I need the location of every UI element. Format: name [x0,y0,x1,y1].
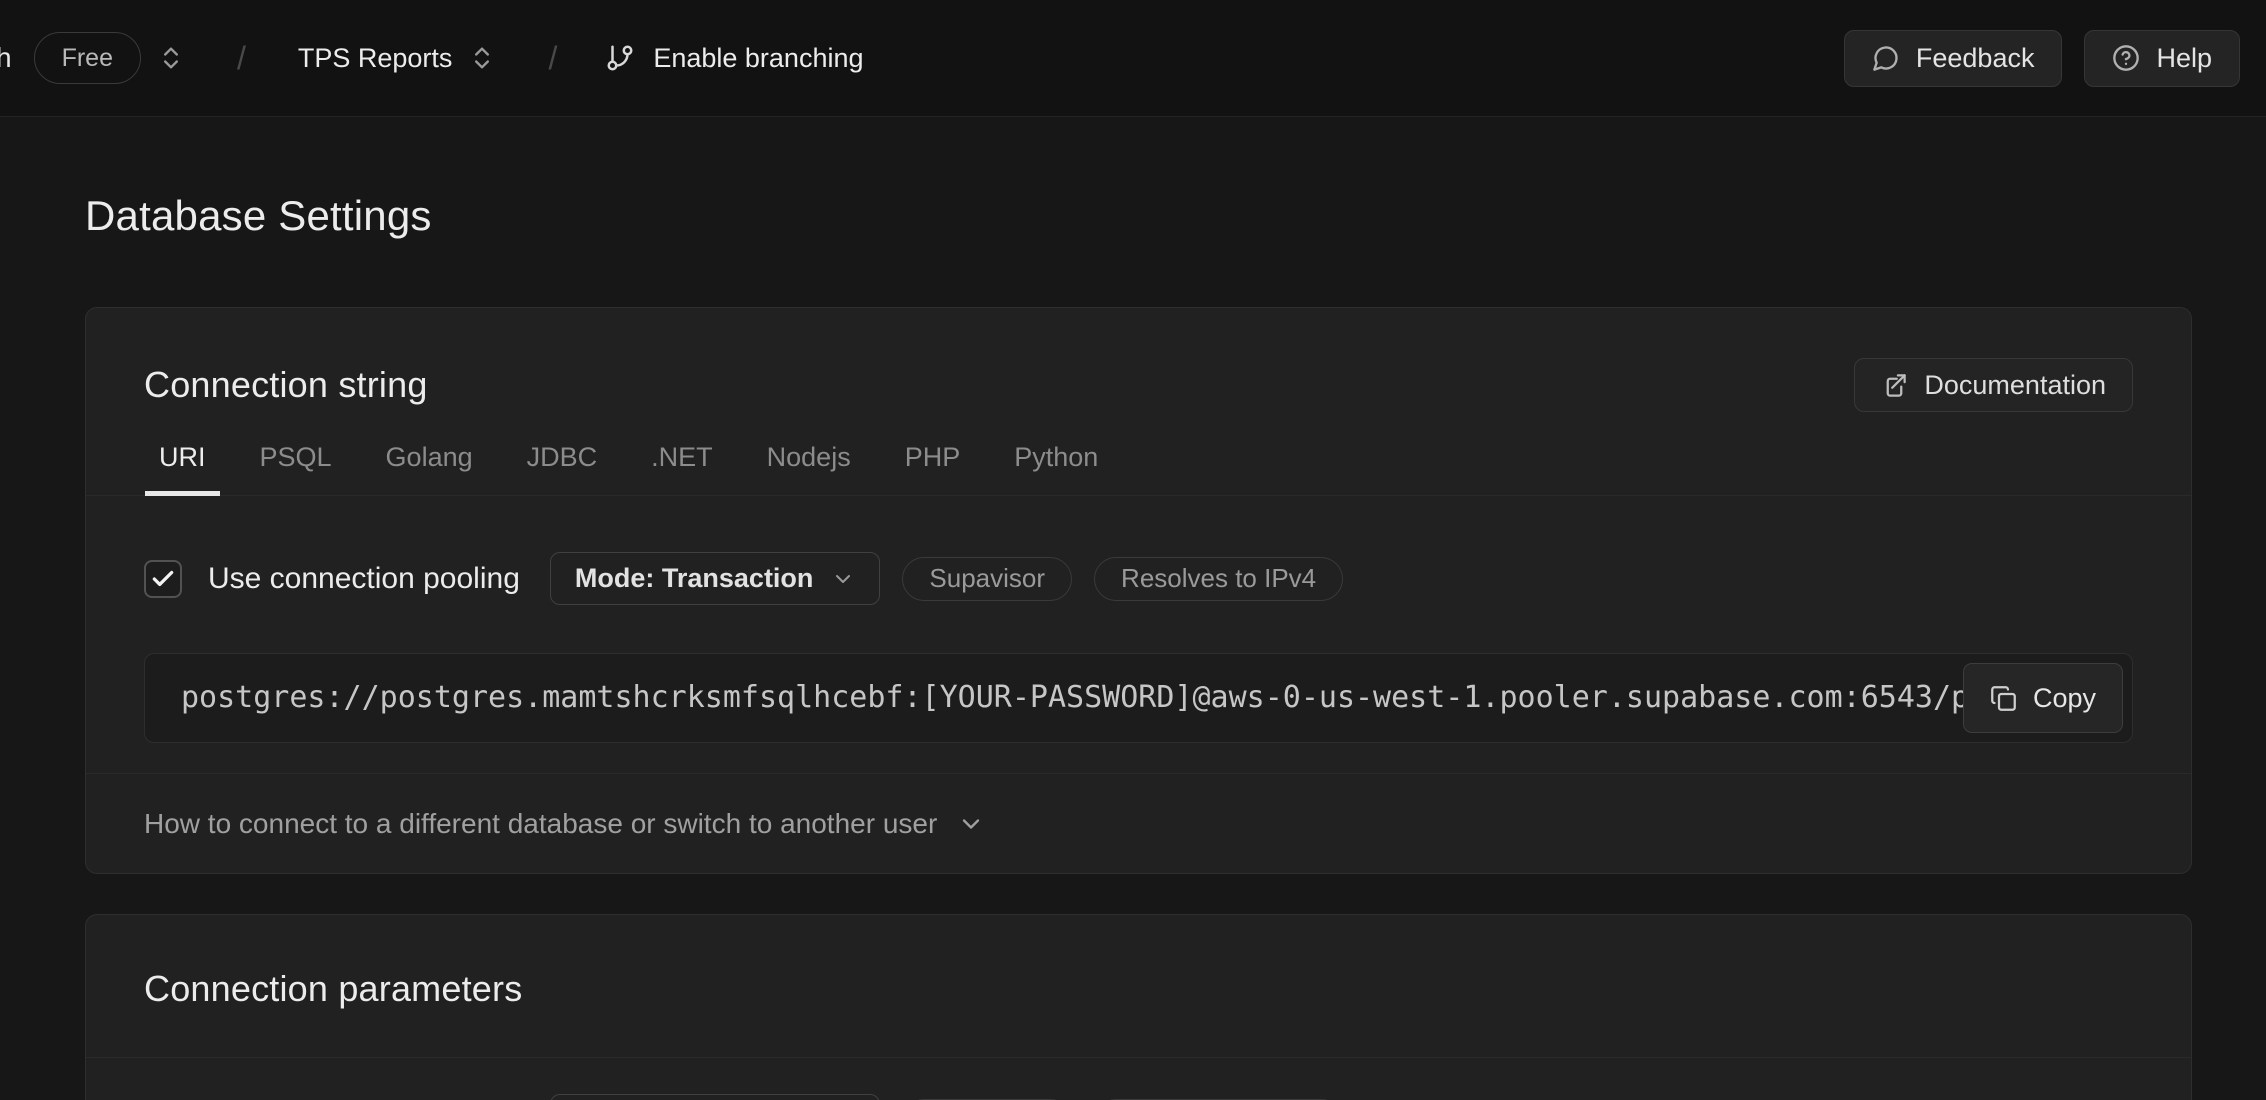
pooling-row: Use connection pooling Mode: Transaction… [144,552,2133,605]
tab-php[interactable]: PHP [891,442,975,496]
message-bubble-icon [1872,44,1900,72]
connection-parameters-body: Use connection pooling Mode: Transaction… [86,1094,2191,1100]
connection-string-title: Connection string [144,363,428,407]
enable-branching-button[interactable]: Enable branching [605,43,863,74]
supavisor-badge: Supavisor [902,557,1072,601]
chevron-down-icon [831,567,855,591]
copy-button[interactable]: Copy [1963,663,2123,733]
plan-badge[interactable]: Free [34,32,141,84]
tab-golang[interactable]: Golang [372,442,487,496]
tab-uri[interactable]: URI [145,442,220,496]
use-pooling-checkbox[interactable] [144,560,182,598]
feedback-button[interactable]: Feedback [1844,30,2063,87]
help-label: Help [2156,43,2212,74]
tab-dotnet[interactable]: .NET [637,442,727,496]
use-pooling-label: Use connection pooling [208,562,520,596]
connection-string-field-wrap: postgres://postgres.mamtshcrksmfsqlhcebf… [144,653,2133,743]
connection-string-value[interactable]: postgres://postgres.mamtshcrksmfsqlhcebf… [144,653,2133,743]
project-name-partial: h [0,42,12,74]
tab-python[interactable]: Python [1000,442,1112,496]
pooling-mode-value: Mode: Transaction [575,563,814,594]
breadcrumb-project[interactable]: TPS Reports [298,43,453,74]
external-link-icon [1881,372,1908,399]
connection-string-card-header: Connection string Documentation [86,308,2191,412]
connection-parameters-header: Connection parameters [86,915,2191,1057]
checkmark-icon [150,566,176,592]
connection-parameters-title: Connection parameters [144,967,522,1011]
feedback-label: Feedback [1916,43,2035,74]
top-navbar: h Free / TPS Reports / Enable branching … [0,0,2266,117]
connect-help-expander[interactable]: How to connect to a different database o… [86,774,2191,873]
card-divider [86,1057,2191,1058]
ipv4-badge: Resolves to IPv4 [1094,557,1343,601]
enable-branching-label: Enable branching [653,43,863,74]
connection-string-card: Connection string Documentation URI PSQL… [85,307,2192,874]
tab-nodejs[interactable]: Nodejs [753,442,865,496]
git-branch-icon [605,43,635,73]
chevrons-up-down-icon[interactable] [157,44,185,72]
chevron-down-icon [957,810,985,838]
copy-label: Copy [2033,683,2096,714]
connection-type-tabs: URI PSQL Golang JDBC .NET Nodejs PHP Pyt… [86,442,2191,496]
tab-jdbc[interactable]: JDBC [513,442,612,496]
page-title: Database Settings [85,191,2192,241]
settings-page: Database Settings Connection string Docu… [0,191,2266,1100]
breadcrumb-separator: / [548,40,557,77]
navbar-actions: Feedback Help [1844,30,2240,87]
pooling-row: Use connection pooling Mode: Transaction… [144,1094,2133,1100]
chevrons-up-down-icon[interactable] [468,44,496,72]
pooling-mode-select[interactable]: Mode: Transaction [550,552,881,605]
connect-help-label: How to connect to a different database o… [144,808,937,840]
documentation-button[interactable]: Documentation [1854,358,2133,412]
connection-string-body: Use connection pooling Mode: Transaction… [86,552,2191,743]
documentation-label: Documentation [1924,370,2106,401]
breadcrumb-separator: / [237,40,246,77]
help-button[interactable]: Help [2084,30,2240,87]
help-circle-icon [2112,44,2140,72]
pooling-mode-select[interactable]: Mode: Transaction [550,1094,881,1100]
copy-icon [1990,685,2017,712]
tab-psql[interactable]: PSQL [246,442,346,496]
connection-parameters-card: Connection parameters Use connection poo… [85,914,2192,1100]
breadcrumb: h Free / TPS Reports / Enable branching [0,32,864,84]
